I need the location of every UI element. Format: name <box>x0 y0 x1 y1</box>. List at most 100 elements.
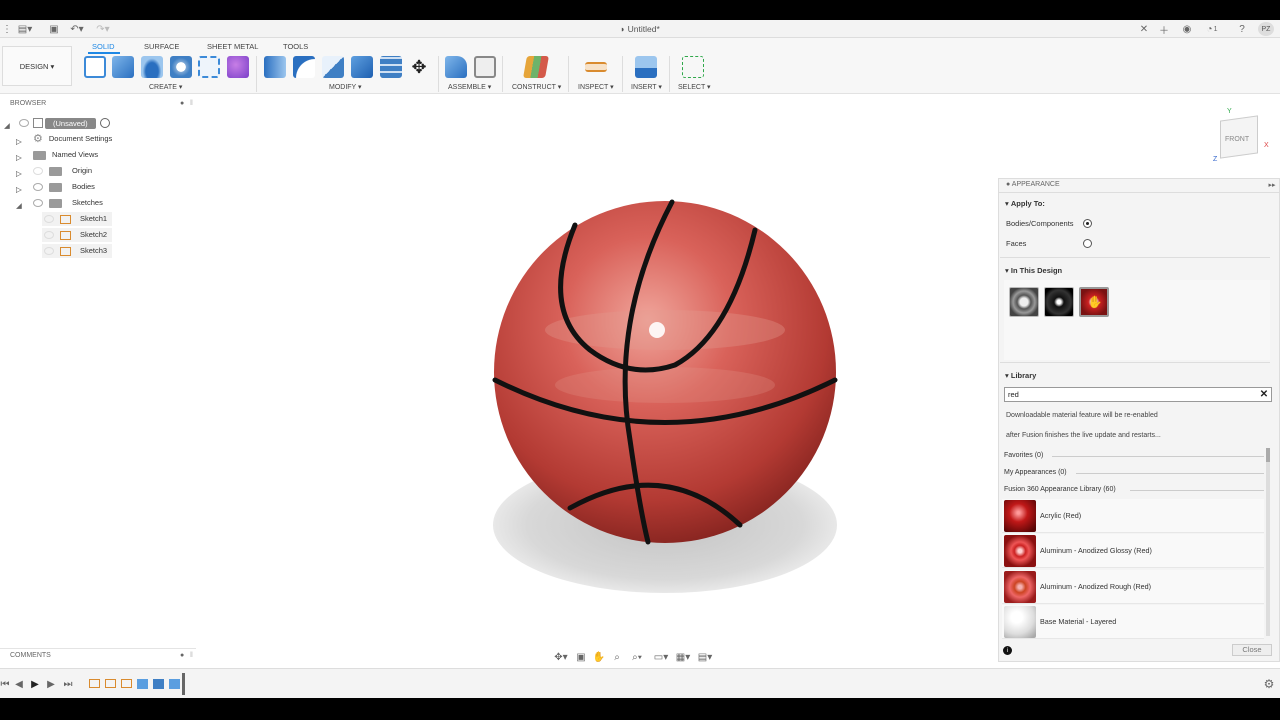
new-tab-icon[interactable]: ＋ <box>1157 23 1171 37</box>
fit-icon[interactable]: ⌕▾ <box>628 650 646 664</box>
go-to-end-icon[interactable]: ⏭ <box>62 677 74 691</box>
viewcube[interactable]: FRONT Y X Z <box>1212 108 1269 164</box>
pin-icon[interactable]: ● <box>180 97 184 111</box>
library-scrollbar-thumb[interactable] <box>1266 448 1270 462</box>
split-body-icon[interactable] <box>380 56 402 78</box>
new-component-icon[interactable] <box>445 56 467 78</box>
visibility-eye-icon[interactable] <box>33 183 43 191</box>
visibility-eye-icon[interactable] <box>44 247 54 255</box>
construct-menu[interactable]: CONSTRUCT ▾ <box>512 83 561 91</box>
tree-root[interactable]: ◢ (Unsaved) <box>4 116 110 130</box>
tree-item-bodies[interactable]: ▷ Bodies <box>16 180 95 194</box>
insert-menu[interactable]: INSERT ▾ <box>631 83 662 91</box>
visibility-eye-icon[interactable] <box>44 215 54 223</box>
activate-radio-icon[interactable] <box>99 118 110 128</box>
go-to-start-icon[interactable]: ⏮ <box>0 677 10 691</box>
grid-settings-icon[interactable]: ▦▾ <box>674 650 692 664</box>
select-menu[interactable]: SELECT ▾ <box>678 83 711 91</box>
shell-icon[interactable] <box>351 56 373 78</box>
job-status-icon[interactable]: ◔ 1 <box>1202 23 1222 35</box>
assemble-menu[interactable]: ASSEMBLE ▾ <box>448 83 491 91</box>
look-at-icon[interactable]: ▣ <box>574 650 588 664</box>
timeline-feature-icon[interactable] <box>169 679 180 689</box>
tab-surface[interactable]: SURFACE <box>144 42 179 51</box>
visibility-eye-icon[interactable] <box>33 199 43 207</box>
visibility-eye-icon[interactable] <box>19 119 29 127</box>
library-scrollbar[interactable] <box>1266 448 1270 636</box>
expand-triangle-icon[interactable]: ▷ <box>16 167 25 178</box>
add-comment-icon[interactable]: ● <box>180 649 184 663</box>
workspace-switcher[interactable]: DESIGN ▾ <box>2 46 72 86</box>
user-avatar[interactable]: PZ <box>1258 22 1274 36</box>
create-sketch-icon[interactable] <box>84 56 106 78</box>
revolve-icon[interactable] <box>141 56 163 78</box>
expand-triangle-icon[interactable]: ▷ <box>16 151 25 162</box>
timeline-marker[interactable] <box>182 673 185 695</box>
tab-solid[interactable]: SOLID <box>92 42 115 51</box>
collapse-icon[interactable]: ‖ <box>190 97 193 111</box>
form-icon[interactable] <box>227 56 249 78</box>
category-fusion-library[interactable]: Fusion 360 Appearance Library (60) <box>1004 486 1116 493</box>
orbit-icon[interactable]: ✥▾ <box>552 650 570 664</box>
tree-item-sketch1[interactable]: Sketch1 <box>42 212 112 226</box>
close-tab-icon[interactable]: ✕ <box>1138 23 1150 35</box>
timeline-settings-gear-icon[interactable]: ⚙ <box>1262 677 1276 691</box>
swatch-black[interactable] <box>1044 287 1074 317</box>
chamfer-icon[interactable] <box>322 56 344 78</box>
help-icon[interactable]: ? <box>1236 23 1248 35</box>
tree-item-sketches[interactable]: ◢ Sketches <box>16 196 103 210</box>
play-icon[interactable]: ▶ <box>30 677 40 691</box>
timeline-revolve-icon[interactable] <box>137 679 148 689</box>
expand-triangle-icon[interactable]: ▷ <box>16 135 25 146</box>
create-menu[interactable]: CREATE ▾ <box>149 83 182 91</box>
collapse-triangle-icon[interactable]: ◢ <box>16 199 25 210</box>
swatch-steel[interactable] <box>1009 287 1039 317</box>
tree-item-origin[interactable]: ▷ Origin <box>16 164 92 178</box>
tab-tools[interactable]: TOOLS <box>283 42 308 51</box>
library-item-acrylic-red[interactable]: Acrylic (Red) <box>1002 499 1264 533</box>
extensions-icon[interactable]: ◉ <box>1180 23 1194 35</box>
modify-menu[interactable]: MODIFY ▾ <box>329 83 362 91</box>
timeline-sketch-icon[interactable] <box>105 679 116 688</box>
library-header[interactable]: ▾ Library <box>1005 371 1036 380</box>
press-pull-icon[interactable] <box>264 56 286 78</box>
clear-search-icon[interactable]: ✕ <box>1259 389 1269 400</box>
viewports-icon[interactable]: ▤▾ <box>696 650 714 664</box>
select-icon[interactable] <box>682 56 704 78</box>
comments-panel[interactable]: COMMENTS ● ‖ <box>0 648 196 662</box>
move-copy-icon[interactable]: ✥ <box>408 56 430 78</box>
inspect-menu[interactable]: INSPECT ▾ <box>578 83 614 91</box>
visibility-eye-icon[interactable] <box>33 167 43 175</box>
collapse-triangle-icon[interactable]: ◢ <box>4 119 13 130</box>
step-forward-icon[interactable]: ▶ <box>46 677 56 691</box>
timeline-sketch-icon[interactable] <box>89 679 100 688</box>
library-item-aluminum-glossy-red[interactable]: Aluminum - Anodized Glossy (Red) <box>1002 534 1264 568</box>
in-this-design-header[interactable]: ▾ In This Design <box>1005 266 1062 275</box>
insert-canvas-icon[interactable] <box>635 56 657 78</box>
apply-to-header[interactable]: ▾ Apply To: <box>1005 199 1045 208</box>
expand-triangle-icon[interactable]: ▷ <box>16 183 25 194</box>
timeline-sketch-icon[interactable] <box>121 679 132 688</box>
close-button[interactable]: Close <box>1232 644 1272 656</box>
timeline-feature-icon[interactable] <box>153 679 164 689</box>
joint-icon[interactable] <box>474 56 496 78</box>
library-item-aluminum-rough-red[interactable]: Aluminum - Anodized Rough (Red) <box>1002 570 1264 604</box>
pattern-icon[interactable] <box>198 56 220 78</box>
tree-item-named-views[interactable]: ▷ Named Views <box>16 148 98 162</box>
tree-item-sketch3[interactable]: Sketch3 <box>42 244 112 258</box>
fillet-icon[interactable] <box>293 56 315 78</box>
basketball-model[interactable] <box>480 190 850 600</box>
collapse-icon[interactable]: ‖ <box>190 649 193 663</box>
measure-icon[interactable] <box>585 62 607 72</box>
pan-icon[interactable]: ✋ <box>592 650 606 664</box>
bodies-components-radio[interactable] <box>1083 219 1092 228</box>
category-favorites[interactable]: Favorites (0) <box>1004 452 1043 459</box>
tree-item-document-settings[interactable]: ▷ ⚙ Document Settings <box>16 132 112 146</box>
library-item-base-material-layered[interactable]: Base Material - Layered <box>1002 605 1264 639</box>
display-settings-icon[interactable]: ▭▾ <box>652 650 670 664</box>
info-icon[interactable]: i <box>1003 646 1012 655</box>
visibility-eye-icon[interactable] <box>44 231 54 239</box>
extrude-icon[interactable] <box>112 56 134 78</box>
step-back-icon[interactable]: ◀ <box>14 677 24 691</box>
hole-icon[interactable] <box>170 56 192 78</box>
